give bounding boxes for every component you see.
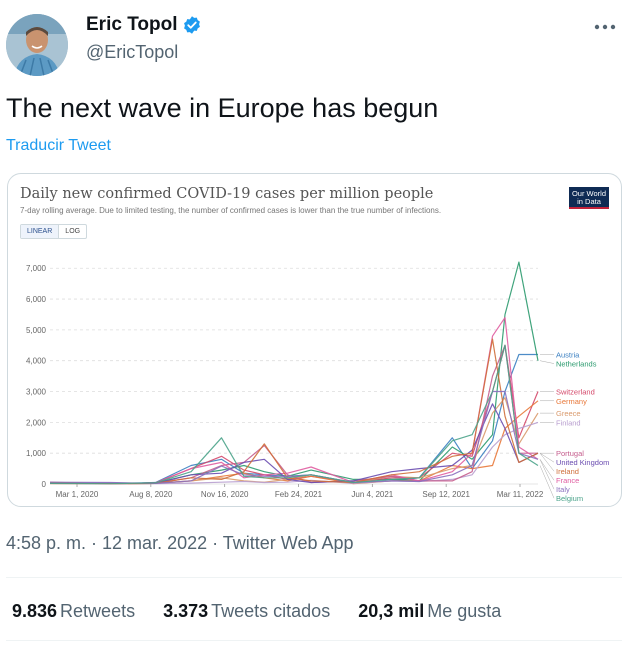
legend-label: Austria [556, 351, 580, 360]
series-line [49, 344, 539, 485]
author-block[interactable]: Eric Topol @EricTopol [86, 14, 202, 63]
series-line [49, 344, 539, 485]
log-scale-button[interactable]: LOG [59, 225, 86, 238]
y-tick-label: 6,000 [26, 295, 47, 304]
legend-connector [539, 452, 555, 463]
tweet-stats: 9.836 Retweets 3.373 Tweets citados 20,3 m… [12, 601, 501, 622]
y-tick-label: 1,000 [26, 449, 47, 458]
x-tick-label: Nov 16, 2020 [201, 490, 249, 499]
y-tick-label: 4,000 [26, 357, 47, 366]
stat-label: Me gusta [427, 601, 502, 621]
series-line [49, 344, 538, 484]
y-tick-label: 2,000 [26, 418, 47, 427]
verified-badge-icon [184, 16, 201, 34]
chart-subtitle: 7-day rolling average. Due to limited te… [20, 206, 442, 215]
chart-plot: 0 1,000 2,000 3,000 4,000 5,000 6,000 7,000 Mar … [26, 261, 609, 503]
legend-label: Germany [556, 397, 587, 406]
stat-value: 20,3 mil [358, 601, 425, 621]
divider [6, 640, 622, 641]
stat-value: 9.836 [12, 601, 58, 621]
tweet-header: Eric Topol @EricTopol [6, 10, 622, 76]
stat-label: Retweets [60, 601, 136, 621]
y-tick-label: 0 [42, 480, 47, 489]
x-tick-label: Feb 24, 2021 [275, 490, 323, 499]
author-name-row[interactable]: Eric Topol [86, 14, 202, 36]
retweets-stat[interactable]: 9.836 Retweets [12, 601, 135, 622]
x-tick-label: Aug 8, 2020 [129, 490, 173, 499]
legend-label: Portugal [556, 449, 584, 458]
x-tick-label: Mar 11, 2022 [497, 490, 544, 499]
likes-stat[interactable]: 20,3 mil Me gusta [358, 601, 501, 622]
stat-value: 3.373 [163, 601, 209, 621]
series-line [49, 317, 539, 485]
chart-title: Daily new confirmed COVID-19 cases per m… [20, 186, 434, 202]
y-tick-label: 3,000 [26, 388, 47, 397]
y-tick-label: 7,000 [26, 264, 47, 273]
avatar-image [6, 14, 68, 76]
legend-label: Greece [556, 409, 581, 418]
divider [6, 577, 622, 578]
legend-label: United Kingdom [556, 458, 609, 467]
legend-label: Italy [556, 485, 570, 494]
author-handle[interactable]: @EricTopol [86, 42, 202, 63]
series-line [49, 353, 538, 485]
series-line [49, 261, 539, 485]
x-tick-label: Jun 4, 2021 [351, 490, 393, 499]
quote-tweets-stat[interactable]: 3.373 Tweets citados [163, 601, 330, 622]
more-icon[interactable] [592, 20, 618, 34]
legend-connector [539, 360, 555, 364]
chart-card[interactable]: 0 1,000 2,000 3,000 4,000 5,000 6,000 7,000 Mar … [7, 173, 622, 507]
y-tick-label: 5,000 [26, 326, 47, 335]
tweet-timestamp[interactable]: 4:58 p. m. · 12 mar. 2022 · Twitter Web … [6, 533, 354, 554]
legend-label: Ireland [556, 467, 579, 476]
tweet-text: The next wave in Europe has begun [6, 93, 439, 123]
linear-scale-button[interactable]: LINEAR [21, 225, 60, 238]
legend-label: Netherlands [556, 360, 597, 369]
scale-toggle: LINEAR LOG [20, 224, 88, 239]
our-world-in-data-logo: Our World in Data [569, 187, 609, 209]
translate-tweet-link[interactable]: Traducir Tweet [6, 137, 111, 155]
legend-label: France [556, 476, 579, 485]
legend-label: Belgium [556, 494, 583, 503]
legend-connector [539, 459, 555, 490]
author-name[interactable]: Eric Topol [86, 14, 177, 36]
x-tick-label: Sep 12, 2021 [422, 490, 470, 499]
avatar[interactable] [6, 14, 68, 76]
stat-label: Tweets citados [211, 601, 331, 621]
legend-label: Finland [556, 418, 581, 427]
legend-label: Switzerland [556, 388, 595, 397]
x-tick-label: Mar 1, 2020 [56, 490, 99, 499]
